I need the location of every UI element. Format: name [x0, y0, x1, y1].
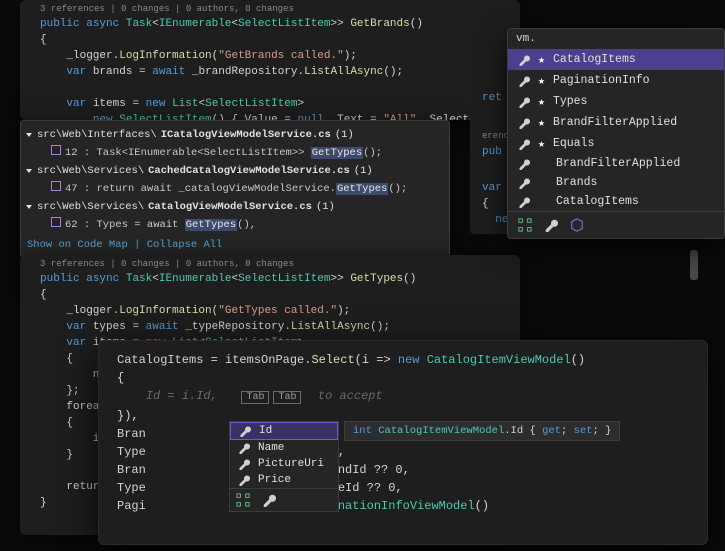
intellisense-item[interactable]: ★ Types — [508, 91, 724, 112]
code-line[interactable]: var brands = await _brandRepository.List… — [40, 64, 500, 80]
show-code-map-link[interactable]: Show on Code Map — [27, 239, 128, 251]
intellisense-item[interactable]: PictureUri — [230, 456, 338, 472]
wrench-icon — [518, 96, 530, 108]
intellisense-small-popup[interactable]: Id Name PictureUri Price — [229, 421, 339, 512]
intellisense-filter-text: vm. — [508, 29, 724, 49]
wrench-icon — [239, 425, 251, 437]
intellisense-item-label: Brands — [556, 176, 597, 189]
intellisense-item-label: PictureUri — [258, 458, 324, 470]
wrench-icon[interactable] — [544, 218, 558, 232]
intellisense-item[interactable]: Brands — [508, 173, 724, 192]
code-line[interactable]: public async Task<IEnumerable<SelectList… — [40, 271, 500, 287]
star-icon: ★ — [538, 73, 545, 88]
intellisense-item-label: Name — [258, 442, 284, 454]
code-line[interactable] — [40, 80, 500, 96]
member-icon — [51, 181, 61, 191]
code-line[interactable]: { — [117, 369, 689, 387]
wrench-icon — [518, 138, 530, 150]
scrollbar-thumb[interactable] — [690, 250, 698, 280]
wrench-icon — [518, 196, 530, 208]
intellisense-item[interactable]: Id — [230, 422, 338, 440]
code-line[interactable]: Pagi= new PaginationInfoViewModel() — [117, 497, 689, 515]
intellisense-item[interactable]: Price — [230, 472, 338, 488]
intellisense-item-label: BrandFilterApplied — [556, 157, 680, 170]
intellisense-item[interactable]: ★ BrandFilterApplied — [508, 112, 724, 133]
expand-icon[interactable] — [26, 169, 32, 173]
intellisense-item-label: Equals — [553, 137, 594, 150]
code-line[interactable]: Id = i.Id, TabTab to accept — [117, 387, 689, 407]
expand-icon[interactable] — [26, 205, 32, 209]
intellisense-popup[interactable]: vm. ★ CatalogItems ★ PaginationInfo ★ Types ★ B… — [507, 28, 725, 239]
star-icon: ★ — [538, 136, 545, 151]
intellisense-item[interactable]: CatalogItems — [508, 192, 724, 211]
intellisense-item[interactable]: ★ Equals — [508, 133, 724, 154]
intellisense-item-label: PaginationInfo — [553, 74, 650, 87]
collapse-all-link[interactable]: Collapse All — [147, 239, 223, 251]
code-line[interactable]: new SelectListItem() { Value = null, Tex… — [40, 112, 500, 120]
reference-detail[interactable]: 62 : Types = await GetTypes(), — [27, 215, 443, 235]
reference-file-row[interactable]: src\Web\Services\CatalogViewModelService… — [27, 199, 443, 215]
star-icon: ★ — [538, 115, 545, 130]
code-line[interactable]: CatalogItems = itemsOnPage.Select(i => n… — [117, 351, 689, 369]
intellisense-item-label: BrandFilterApplied — [553, 116, 677, 129]
code-line[interactable]: Typelied = typeId ?? 0, — [117, 479, 689, 497]
intellisense-item-label: Types — [553, 95, 588, 108]
code-line[interactable]: public async Task<IEnumerable<SelectList… — [40, 16, 500, 32]
intellisense-item[interactable]: Name — [230, 440, 338, 456]
code-line[interactable]: TypeGetTypes(), — [117, 443, 689, 461]
wrench-icon — [518, 177, 530, 189]
code-line[interactable]: _logger.LogInformation("GetBrands called… — [40, 48, 500, 64]
intellisense-item[interactable]: BrandFilterApplied — [508, 154, 724, 173]
intellisense-footer — [508, 211, 724, 238]
reference-file-row[interactable]: src\Web\Services\CachedCatalogViewModelS… — [27, 163, 443, 179]
wrench-icon — [518, 117, 530, 129]
reference-detail[interactable]: 47 : return await _catalogViewModelServi… — [27, 179, 443, 199]
wrench-icon — [238, 458, 250, 470]
tab-hint: Tab — [241, 391, 269, 404]
codelens-bar[interactable]: 3 references | 0 changes | 0 authors, 0 … — [40, 259, 500, 269]
code-line[interactable]: var types = await _typeRepository.ListAl… — [40, 319, 500, 335]
wrench-icon — [518, 75, 530, 87]
intellisense-item[interactable]: ★ PaginationInfo — [508, 70, 724, 91]
code-line[interactable]: Branlied = brandId ?? 0, — [117, 461, 689, 479]
target-icon[interactable] — [518, 218, 532, 232]
intellisense-item[interactable]: ★ CatalogItems — [508, 49, 724, 70]
code-line[interactable]: _logger.LogInformation("GetTypes called.… — [40, 303, 500, 319]
reference-file-row[interactable]: src\Web\Interfaces\ICatalogViewModelServ… — [27, 127, 443, 143]
expand-icon[interactable] — [26, 133, 32, 137]
tab-hint: Tab — [273, 391, 301, 404]
member-icon — [51, 145, 61, 155]
intellisense-item-label: CatalogItems — [556, 195, 639, 208]
wrench-icon — [518, 158, 530, 170]
code-line[interactable]: var items = new List<SelectListItem> — [40, 96, 500, 112]
intellisense-item-label: Price — [258, 474, 291, 486]
code-line[interactable]: { — [40, 287, 500, 303]
code-line[interactable]: { — [40, 32, 500, 48]
wrench-icon — [238, 474, 250, 486]
codelens-bar[interactable]: 3 references | 0 changes | 0 authors, 0 … — [40, 4, 500, 14]
reference-detail[interactable]: 12 : Task<IEnumerable<SelectListItem>> G… — [27, 143, 443, 163]
intellisense-item-label: CatalogItems — [553, 53, 636, 66]
lower-code-editor[interactable]: CatalogItems = itemsOnPage.Select(i => n… — [98, 340, 708, 545]
references-popup[interactable]: src\Web\Interfaces\ICatalogViewModelServ… — [20, 120, 450, 258]
reference-links: Show on Code Map | Collapse All — [27, 235, 443, 251]
member-tooltip: int CatalogItemViewModel.Id { get; set; … — [344, 421, 620, 441]
wrench-icon — [518, 54, 530, 66]
wrench-icon[interactable] — [262, 493, 276, 507]
wrench-icon — [238, 442, 250, 454]
target-icon[interactable] — [236, 493, 250, 507]
top-code-editor[interactable]: 3 references | 0 changes | 0 authors, 0 … — [20, 0, 520, 120]
intellisense-item-label: Id — [259, 425, 272, 437]
cube-icon[interactable] — [570, 218, 584, 232]
star-icon: ★ — [538, 94, 545, 109]
star-icon: ★ — [538, 52, 545, 67]
member-icon — [51, 217, 61, 227]
